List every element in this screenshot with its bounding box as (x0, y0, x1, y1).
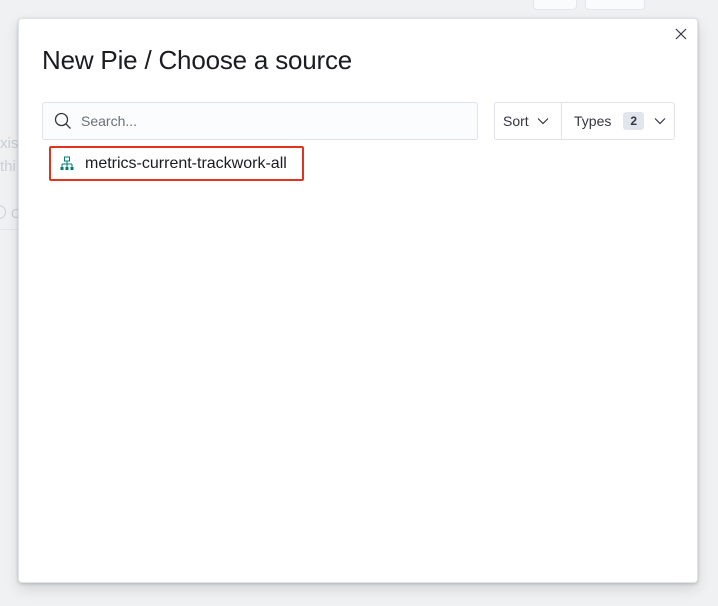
choose-source-modal: New Pie / Choose a source Sort Types 2 (18, 18, 698, 583)
close-button[interactable] (673, 26, 689, 42)
result-label: metrics-current-trackwork-all (85, 154, 287, 172)
types-button[interactable]: Types 2 (562, 103, 674, 139)
chevron-down-icon (654, 117, 666, 125)
list-item[interactable]: metrics-current-trackwork-all (49, 146, 304, 181)
background-button (533, 0, 577, 10)
background-text: thi (0, 158, 16, 175)
search-box[interactable] (42, 102, 478, 140)
search-input[interactable] (81, 113, 461, 129)
search-icon (54, 112, 72, 130)
background-button (585, 0, 645, 10)
filter-group: Sort Types 2 (494, 102, 675, 140)
sort-button[interactable]: Sort (495, 103, 562, 139)
close-icon (675, 28, 687, 40)
modal-title: New Pie / Choose a source (42, 45, 353, 75)
background-text: xis (0, 135, 19, 152)
chevron-down-icon (537, 117, 549, 125)
types-label: Types (574, 113, 612, 129)
sort-label: Sort (503, 113, 529, 129)
index-pattern-icon (59, 156, 75, 172)
types-count-badge: 2 (623, 112, 645, 130)
background-circle (0, 205, 6, 219)
